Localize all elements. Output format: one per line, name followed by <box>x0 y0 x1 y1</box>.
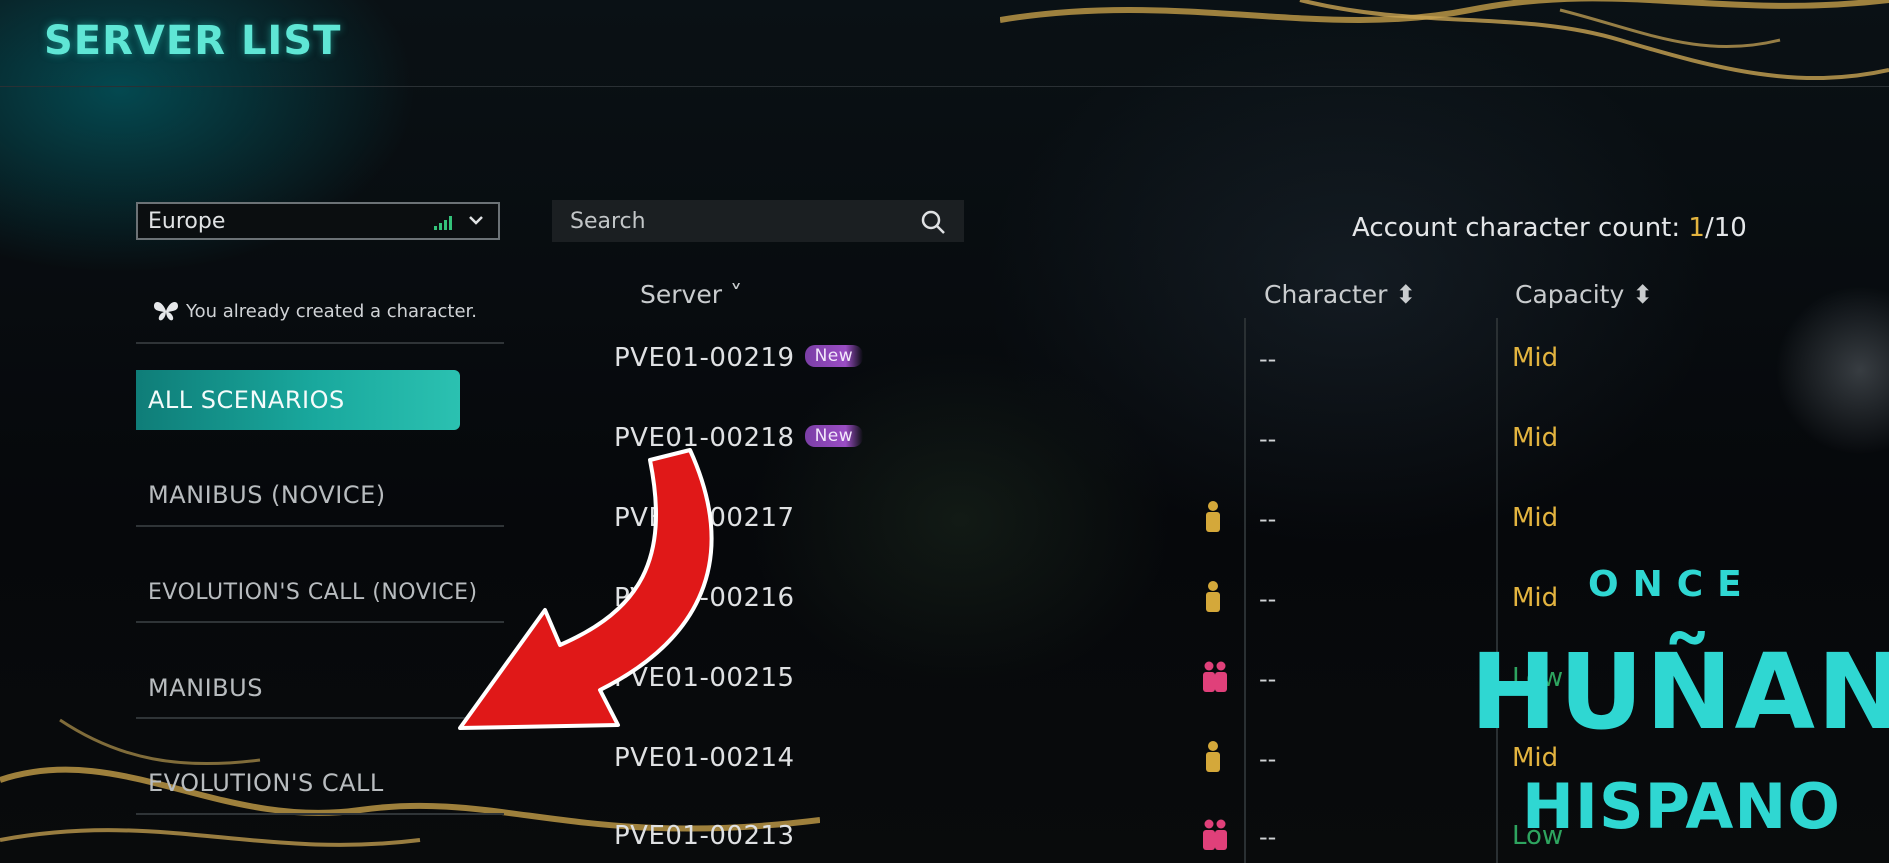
red-arrow-annotation <box>458 448 714 730</box>
new-badge: New <box>804 344 864 367</box>
divider <box>136 717 504 719</box>
divider <box>136 525 504 527</box>
capacity-value: Mid <box>1512 583 1559 613</box>
pink-people-icon <box>1203 661 1227 692</box>
count-max: /10 <box>1704 213 1747 243</box>
scenario-label: EVOLUTION'S CALL (NOVICE) <box>148 579 478 605</box>
count-current: 1 <box>1688 213 1705 243</box>
column-divider <box>1496 318 1498 863</box>
character-value: -- <box>1259 585 1277 613</box>
watermark-hispano: HISPANO <box>1522 770 1841 843</box>
divider <box>136 813 504 815</box>
pink-people-icon <box>1203 819 1227 850</box>
server-name: PVE01-00219 New <box>614 343 864 373</box>
character-value: -- <box>1259 425 1277 453</box>
search-placeholder: Search <box>570 208 646 234</box>
divider <box>136 342 504 344</box>
page-title: SERVER LIST <box>44 18 342 64</box>
scenario-all[interactable]: ALL SCENARIOS <box>136 370 460 430</box>
column-header-character[interactable]: Character ⬍ <box>1264 280 1416 309</box>
notice-text: You already created a character. <box>186 300 477 322</box>
butterfly-icon <box>154 301 178 321</box>
character-value: -- <box>1259 823 1277 851</box>
search-icon[interactable] <box>920 209 946 235</box>
region-select-value: Europe <box>148 208 226 234</box>
scenario-evolutions-call-novice[interactable]: EVOLUTION'S CALL (NOVICE) <box>136 562 504 622</box>
server-name: PVE01-00213 <box>614 821 795 851</box>
column-header-capacity[interactable]: Capacity ⬍ <box>1515 280 1653 309</box>
column-header-server[interactable]: Server ˅ <box>640 280 742 309</box>
scenario-label: MANIBUS <box>148 674 263 702</box>
search-input[interactable]: Search <box>552 200 964 242</box>
character-value: -- <box>1259 745 1277 773</box>
count-label: Account character count: <box>1352 213 1689 243</box>
column-divider <box>1244 318 1246 863</box>
scenario-label: ALL SCENARIOS <box>148 386 345 414</box>
character-value: -- <box>1259 505 1277 533</box>
capacity-value: Mid <box>1512 503 1559 533</box>
yellow-person-icon <box>1206 741 1220 772</box>
server-id: PVE01-00219 <box>614 343 795 373</box>
scenario-evolutions-call[interactable]: EVOLUTION'S CALL <box>136 753 504 813</box>
watermark-once: ONCE <box>1588 564 1756 605</box>
yellow-person-icon <box>1206 501 1220 532</box>
header-divider <box>0 86 1889 87</box>
scenario-manibus-novice[interactable]: MANIBUS (NOVICE) <box>136 465 504 525</box>
yellow-person-icon <box>1206 581 1220 612</box>
signal-strength-icon <box>434 216 452 230</box>
chevron-down-icon <box>469 216 483 225</box>
character-value: -- <box>1259 665 1277 693</box>
scenario-label: MANIBUS (NOVICE) <box>148 481 386 509</box>
capacity-value: Mid <box>1512 423 1559 453</box>
gold-ornament-top <box>1000 0 1889 81</box>
scenario-label: EVOLUTION'S CALL <box>148 769 384 797</box>
capacity-value: Mid <box>1512 343 1559 373</box>
character-notice: You already created a character. <box>152 298 477 324</box>
account-character-count: Account character count: 1/10 <box>1352 213 1747 243</box>
region-select[interactable]: Europe <box>136 202 500 240</box>
divider <box>136 621 504 623</box>
watermark-human: HUÑAN <box>1470 631 1889 753</box>
new-badge: New <box>804 424 864 447</box>
character-value: -- <box>1259 345 1277 373</box>
scenario-manibus[interactable]: MANIBUS <box>136 658 504 718</box>
